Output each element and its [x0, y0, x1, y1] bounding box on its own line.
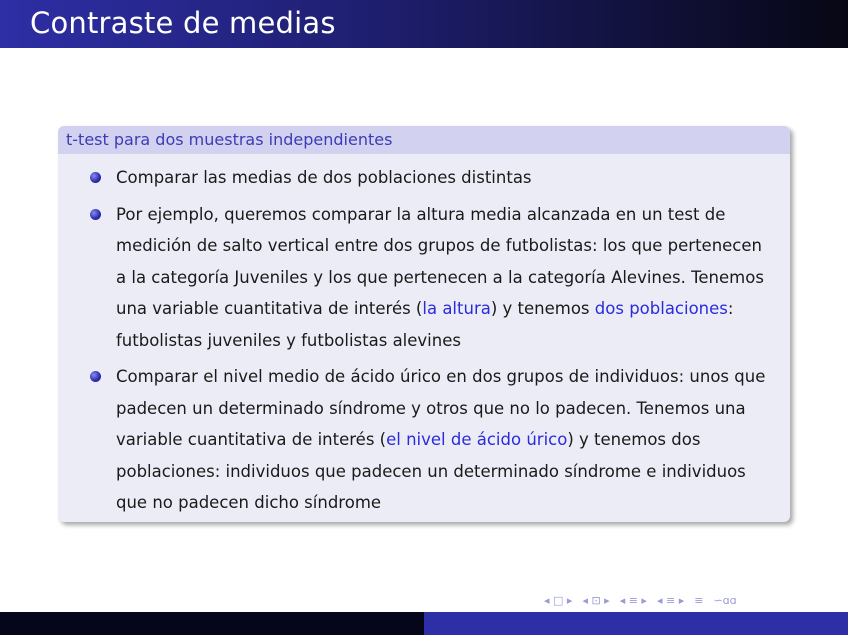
title-bar: Contraste de medias [0, 0, 848, 48]
bullet-icon [90, 208, 101, 220]
footer-left [0, 612, 424, 635]
footer-bar [0, 612, 848, 635]
block-title: t-test para dos muestras independientes [58, 126, 790, 154]
subsection-nav-icon[interactable]: ◂ ⊡ ▸ [582, 594, 609, 607]
slide-title: Contraste de medias [30, 6, 336, 40]
bullet-icon [90, 172, 101, 183]
align-icon[interactable]: ≡ [694, 594, 703, 607]
bullet-list: Comparar las medias de dos poblaciones d… [90, 162, 776, 519]
navigation-symbols: ◂ □ ▸ ◂ ⊡ ▸ ◂ ≡ ▸ ◂ ≡ ▸ ≡ ∽ɑɑ [544, 592, 737, 608]
block-body: Comparar las medias de dos poblaciones d… [58, 154, 790, 519]
highlight-altura: la altura [422, 299, 491, 318]
item-text: Comparar las medias de dos poblaciones d… [116, 168, 532, 187]
item-text-middle: ) y tenemos [490, 299, 595, 318]
bullet-icon [90, 371, 101, 382]
content-block: t-test para dos muestras independientes … [58, 126, 790, 522]
highlight-acido-urico: el nivel de ácido úrico [386, 430, 568, 449]
bullet-item-1: Comparar las medias de dos poblaciones d… [90, 162, 776, 194]
bullet-item-3: Comparar el nivel medio de ácido úrico e… [90, 361, 776, 519]
frame-nav-icon[interactable]: ◂ □ ▸ [544, 594, 572, 607]
footer-right [424, 612, 848, 635]
search-icon[interactable]: ∽ɑɑ [713, 594, 736, 607]
section-nav-icon[interactable]: ◂ ≡ ▸ [620, 594, 647, 607]
subsubsection-nav-icon[interactable]: ◂ ≡ ▸ [657, 594, 684, 607]
highlight-poblaciones: dos poblaciones [594, 299, 728, 318]
bullet-item-2: Por ejemplo, queremos comparar la altura… [90, 199, 776, 357]
